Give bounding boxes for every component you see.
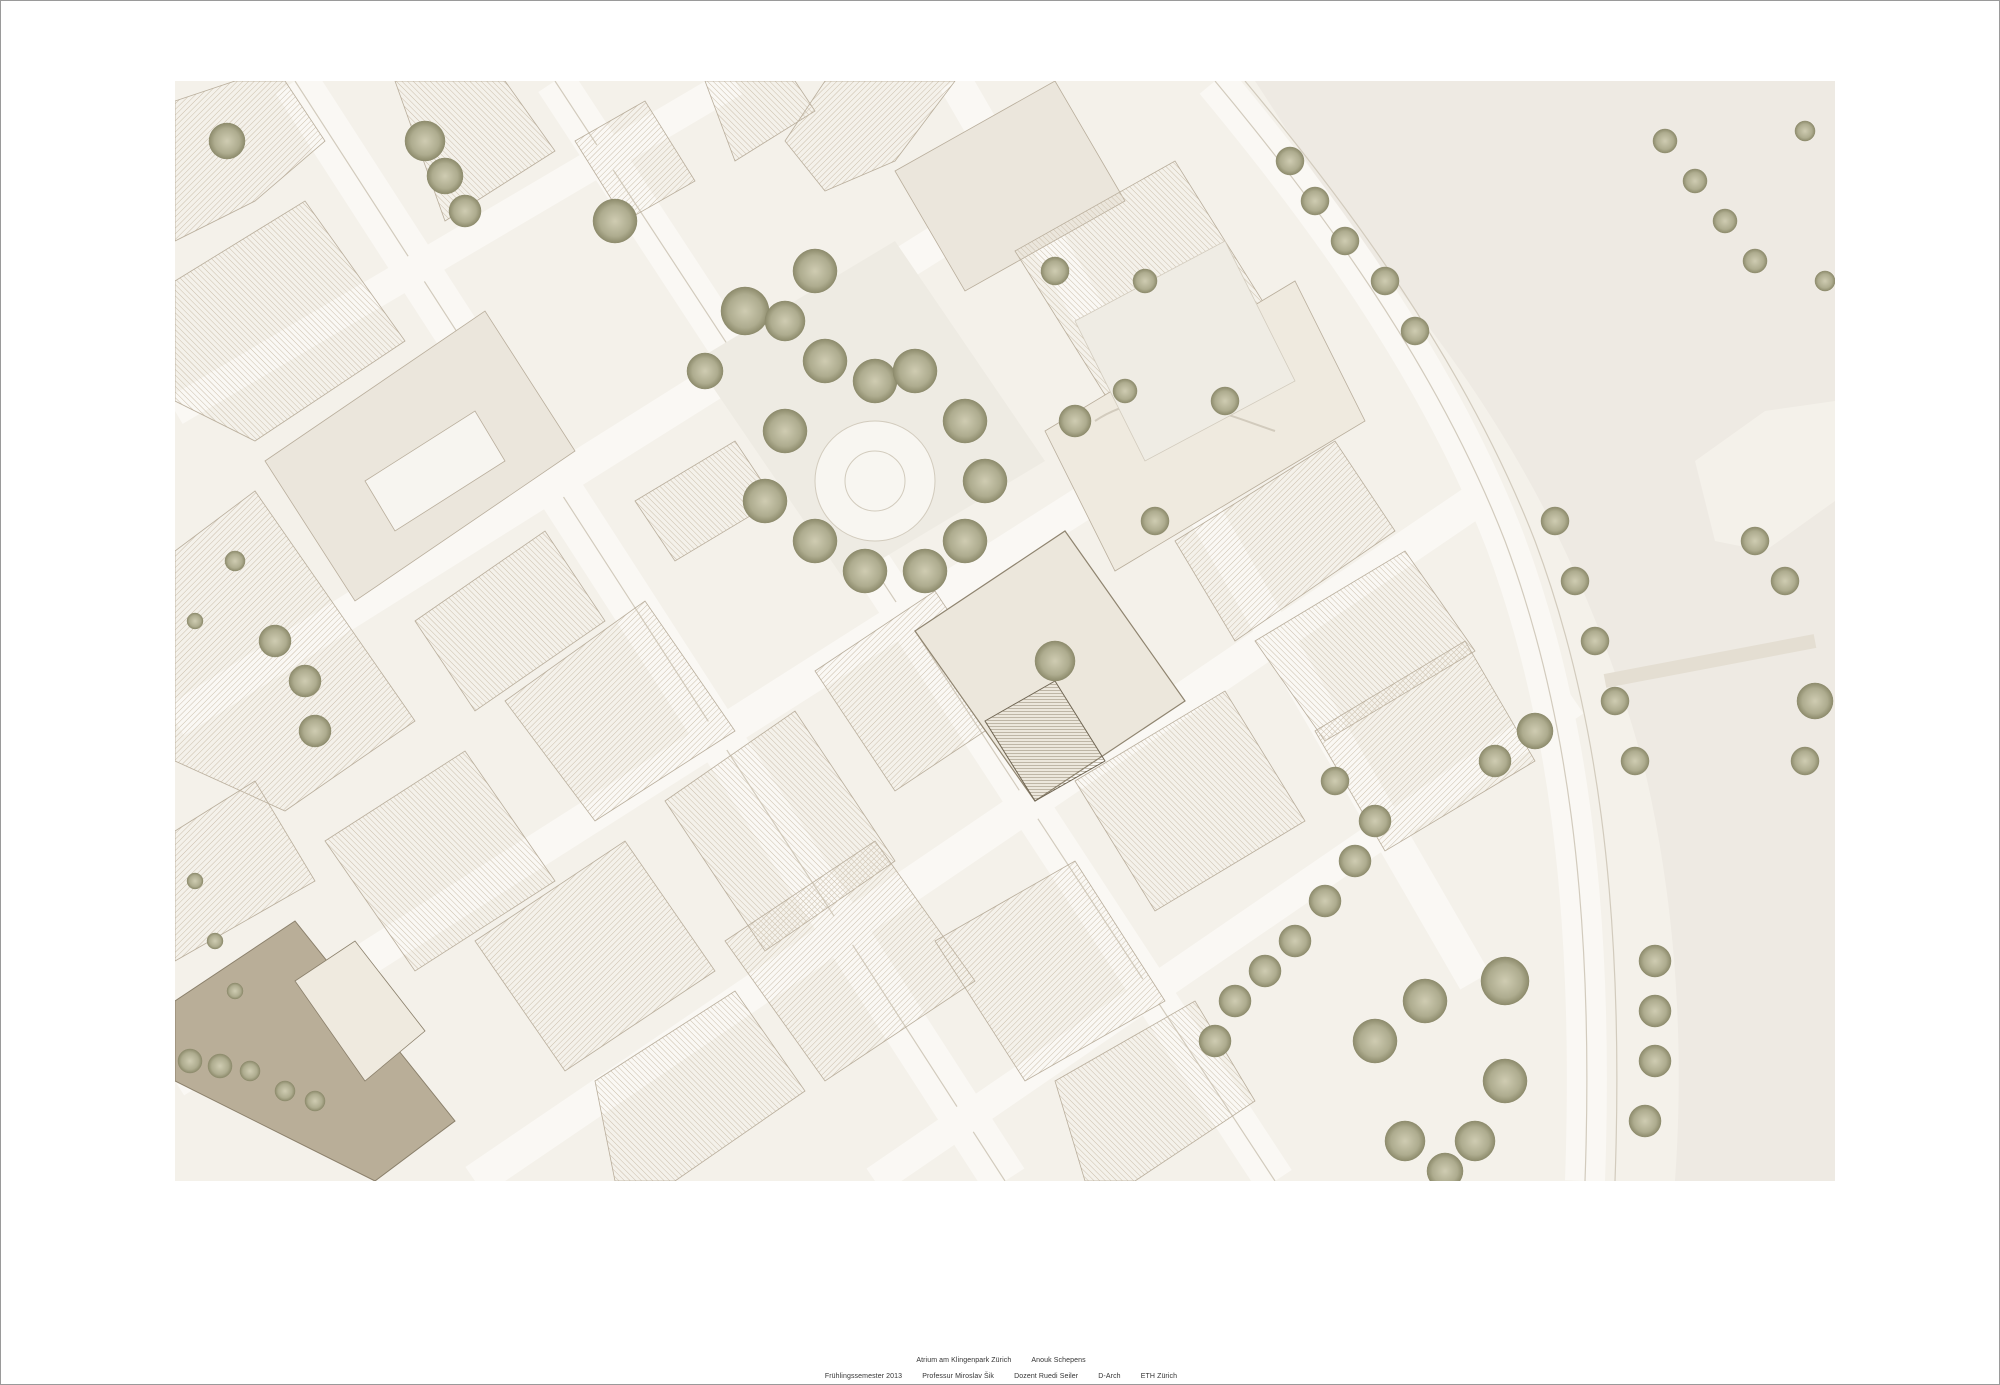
professor: Professur Miroslav Šik [922, 1373, 995, 1380]
project-title: Atrium am Klingenpark Zürich [916, 1357, 1012, 1364]
semester: Frühlingssemester 2013 [824, 1373, 903, 1380]
institution: ETH Zürich [1140, 1373, 1178, 1380]
footer-line-1: Atrium am Klingenpark Zürich Anouk Schep… [1, 1357, 2000, 1364]
author-name: Anouk Schepens [1031, 1357, 1086, 1364]
site-plan-map [175, 81, 1835, 1181]
footer-line-2: Frühlingssemester 2013 Professur Mirosla… [1, 1373, 2000, 1380]
lecturer: Dozent Ruedi Seiler [1014, 1373, 1079, 1380]
department: D-Arch [1098, 1373, 1121, 1380]
plan-sheet: Atrium am Klingenpark Zürich Anouk Schep… [0, 0, 2000, 1385]
